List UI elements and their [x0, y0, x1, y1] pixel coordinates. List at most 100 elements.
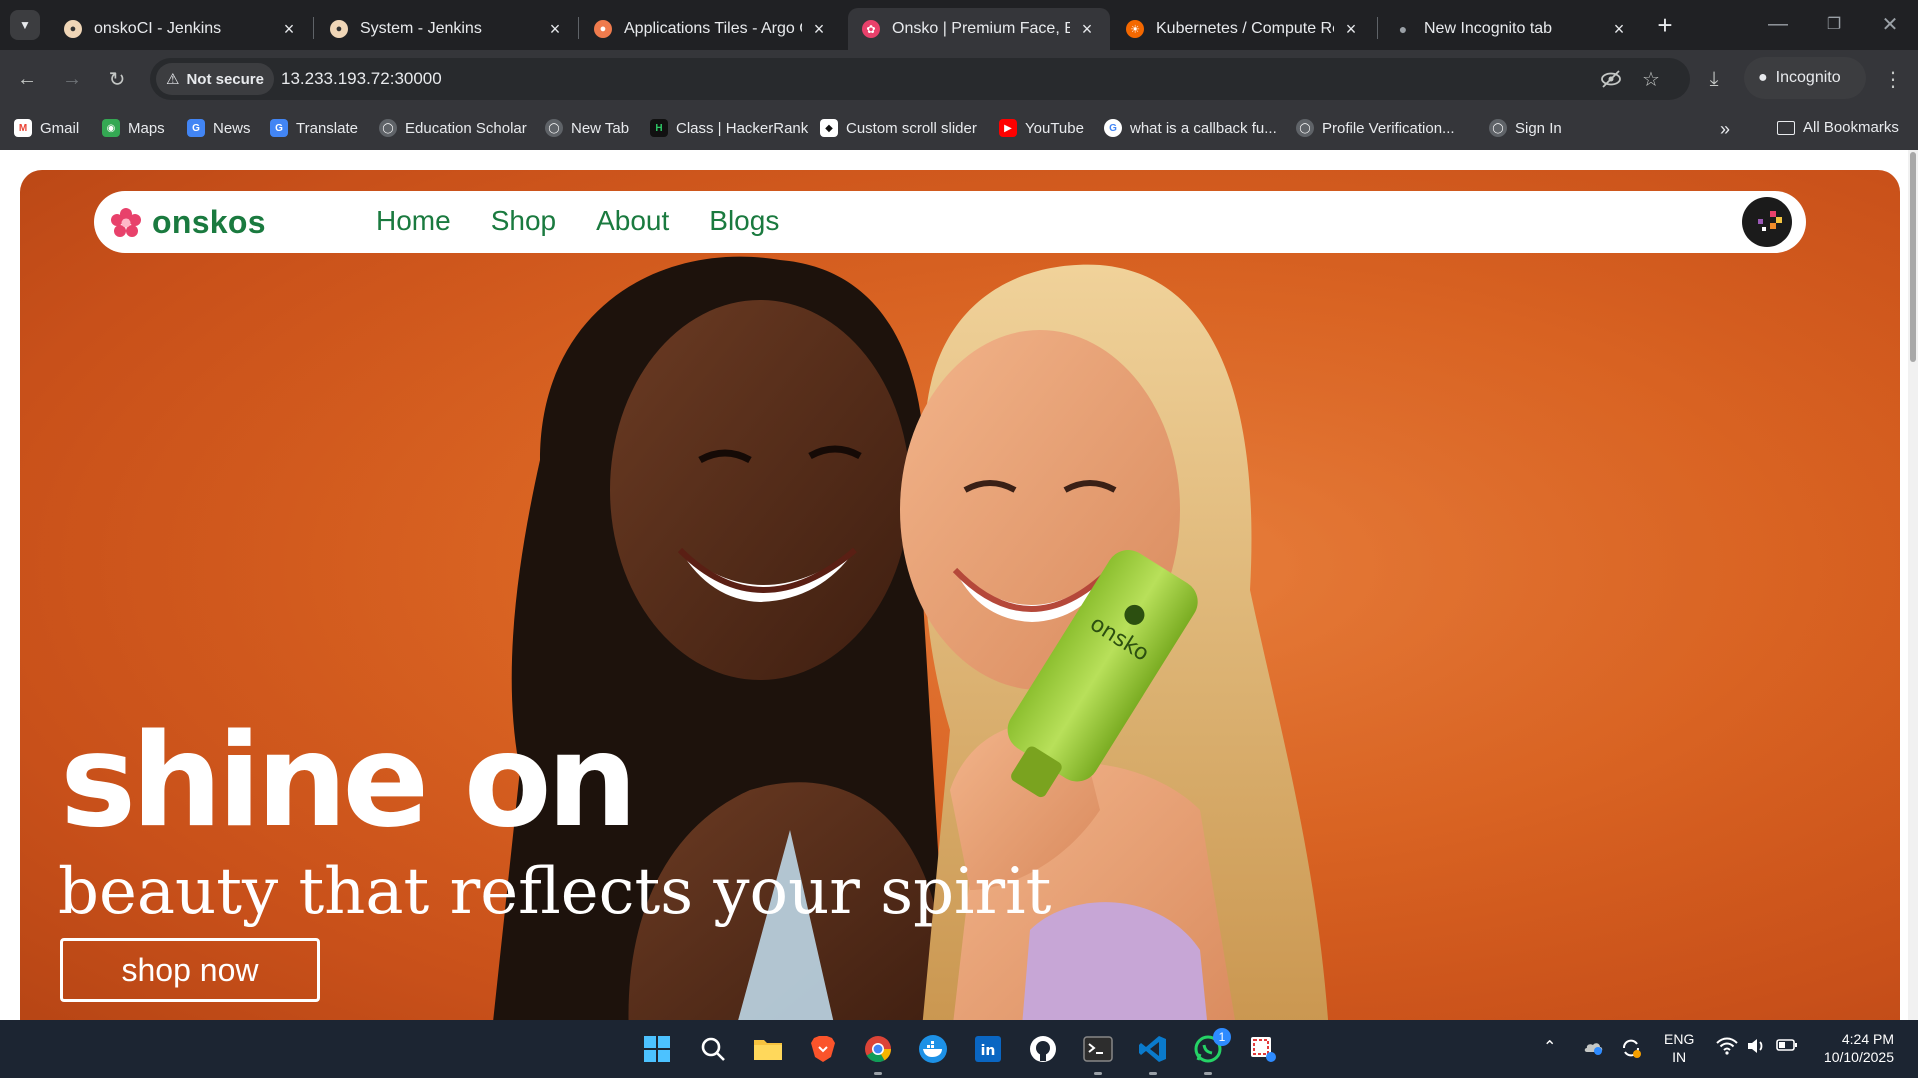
linkedin-icon[interactable]: in [971, 1032, 1005, 1066]
tab-new-incognito[interactable]: ● New Incognito tab × [1380, 8, 1642, 50]
bookmark-news[interactable]: G News [187, 119, 251, 137]
clock-date: 10/10/2025 [1823, 1049, 1894, 1065]
search-icon[interactable] [696, 1032, 730, 1066]
more-bookmarks-chevron-icon[interactable]: » [1720, 119, 1730, 140]
incognito-icon: ● [1398, 21, 1408, 37]
vscode-icon[interactable] [1136, 1032, 1170, 1066]
download-icon[interactable]: ⤓ [1697, 62, 1731, 96]
eye-slash-icon[interactable] [1596, 64, 1626, 94]
close-icon[interactable]: × [546, 19, 564, 40]
avatar[interactable] [1742, 197, 1792, 247]
close-icon[interactable]: × [280, 19, 298, 40]
bookmark-gmail[interactable]: M Gmail [14, 119, 79, 137]
all-bookmarks-button[interactable]: All Bookmarks [1777, 119, 1899, 136]
bookmark-star-icon[interactable]: ☆ [1636, 64, 1666, 94]
nav-links: Home Shop About Blogs [376, 205, 779, 237]
reload-button[interactable]: ↻ [100, 62, 134, 96]
security-chip[interactable]: ⚠ Not secure [156, 63, 274, 95]
globe-icon: ◯ [1296, 119, 1314, 137]
window-close-button[interactable]: ✕ [1862, 8, 1918, 40]
globe-icon: ◯ [379, 119, 397, 137]
all-bookmarks-label: All Bookmarks [1803, 119, 1899, 136]
site-navbar: onskos Home Shop About Blogs [94, 191, 1806, 253]
close-icon[interactable]: × [810, 19, 828, 40]
tab-kubernetes-grafana[interactable]: ☀ Kubernetes / Compute Res × [1112, 8, 1374, 50]
bookmark-label: News [213, 119, 251, 137]
github-icon[interactable] [1026, 1032, 1060, 1066]
globe-icon: ◯ [545, 119, 563, 137]
new-tab-button[interactable]: + [1650, 10, 1680, 40]
bookmark-new-tab[interactable]: ◯ New Tab [545, 119, 629, 137]
hero-subheadline: beauty that reflects your spirit [58, 855, 1052, 929]
url-text[interactable]: 13.233.193.72:30000 [281, 69, 442, 89]
bookmark-profile-verification[interactable]: ◯ Profile Verification... [1296, 119, 1455, 137]
bookmark-sign-in[interactable]: ◯ Sign In [1489, 119, 1562, 137]
back-button[interactable]: ← [10, 62, 44, 96]
bookmark-label: Profile Verification... [1322, 119, 1455, 137]
nav-home[interactable]: Home [376, 205, 451, 237]
nav-about[interactable]: About [596, 205, 669, 237]
bookmark-callback-search[interactable]: G what is a callback fu... [1104, 119, 1277, 137]
volume-icon[interactable] [1746, 1037, 1766, 1060]
language-indicator[interactable]: ENG IN [1664, 1030, 1694, 1066]
tab-system-jenkins[interactable]: ● System - Jenkins × [316, 8, 578, 50]
windows-start-icon[interactable] [640, 1032, 674, 1066]
region-code: IN [1672, 1049, 1687, 1065]
page-scrollbar[interactable] [1908, 150, 1918, 1020]
clock-time: 4:24 PM [1841, 1031, 1894, 1047]
file-explorer-icon[interactable] [751, 1032, 785, 1066]
restore-button[interactable]: ❐ [1806, 8, 1862, 40]
close-icon[interactable]: × [1610, 19, 1628, 40]
grafana-icon: ☀ [1126, 20, 1144, 38]
system-clock[interactable]: 4:24 PM 10/10/2025 [1824, 1030, 1894, 1066]
nav-blogs[interactable]: Blogs [709, 205, 779, 237]
nav-shop[interactable]: Shop [491, 205, 556, 237]
close-icon[interactable]: × [1342, 19, 1360, 40]
close-icon[interactable]: × [1078, 19, 1096, 40]
snipping-tool-icon[interactable] [1246, 1032, 1280, 1066]
bookmark-youtube[interactable]: ▶ YouTube [999, 119, 1084, 137]
codepen-icon: ◆ [820, 119, 838, 137]
wifi-icon[interactable] [1716, 1037, 1738, 1060]
menu-kebab-icon[interactable]: ⋮ [1876, 62, 1910, 96]
battery-icon[interactable] [1776, 1037, 1798, 1058]
onedrive-icon[interactable] [1582, 1037, 1604, 1060]
tab-search-button[interactable]: ▼ [10, 10, 40, 40]
tab-onskoci-jenkins[interactable]: ● onskoCI - Jenkins × [50, 8, 312, 50]
chrome-icon[interactable] [861, 1032, 895, 1066]
svg-text:in: in [981, 1043, 996, 1059]
forward-button[interactable]: → [55, 62, 89, 96]
shop-now-button[interactable]: shop now [60, 938, 320, 1002]
bookmark-custom-scroll-slider[interactable]: ◆ Custom scroll slider [820, 119, 977, 137]
brand-logo[interactable]: onskos [110, 204, 266, 241]
docker-icon[interactable] [916, 1032, 950, 1066]
terminal-icon[interactable] [1081, 1032, 1115, 1066]
scrollbar-thumb[interactable] [1910, 152, 1916, 362]
folder-icon [1777, 120, 1795, 135]
bookmark-label: Class | HackerRank [676, 119, 809, 137]
bookmark-translate[interactable]: G Translate [270, 119, 358, 137]
bookmark-maps[interactable]: ◉ Maps [102, 119, 165, 137]
brand-name: onskos [152, 204, 266, 240]
tab-onsko-active[interactable]: ✿ Onsko | Premium Face, Boc × [848, 8, 1110, 50]
brave-icon[interactable] [806, 1032, 840, 1066]
bookmark-hackerrank[interactable]: H Class | HackerRank [650, 119, 808, 137]
tab-title: Applications Tiles - Argo C [624, 20, 802, 37]
translate-icon: G [270, 119, 288, 137]
jenkins-icon: ● [64, 20, 82, 38]
bookmark-education-scholar[interactable]: ◯ Education Scholar [379, 119, 527, 137]
bookmark-label: Maps [128, 119, 165, 137]
tab-argo-applications[interactable]: ● Applications Tiles - Argo C × [580, 8, 842, 50]
sync-icon[interactable] [1620, 1037, 1642, 1064]
address-bar[interactable]: ⚠ Not secure 13.233.193.72:30000 ☆ [150, 58, 1690, 100]
minimize-button[interactable]: — [1750, 8, 1806, 40]
browser-toolbar: ← → ↻ ⚠ Not secure 13.233.193.72:30000 ☆… [0, 50, 1918, 107]
incognito-label: Incognito [1775, 69, 1841, 86]
argo-icon: ● [594, 20, 612, 38]
show-hidden-icons-chevron-icon[interactable]: ⌃ [1543, 1037, 1556, 1057]
hero-headline: shine on [60, 707, 638, 856]
jenkins-icon: ● [330, 20, 348, 38]
incognito-button[interactable]: ● Incognito [1744, 57, 1866, 99]
bookmark-label: Education Scholar [405, 119, 527, 137]
tab-title: Onsko | Premium Face, Boc [892, 20, 1070, 37]
